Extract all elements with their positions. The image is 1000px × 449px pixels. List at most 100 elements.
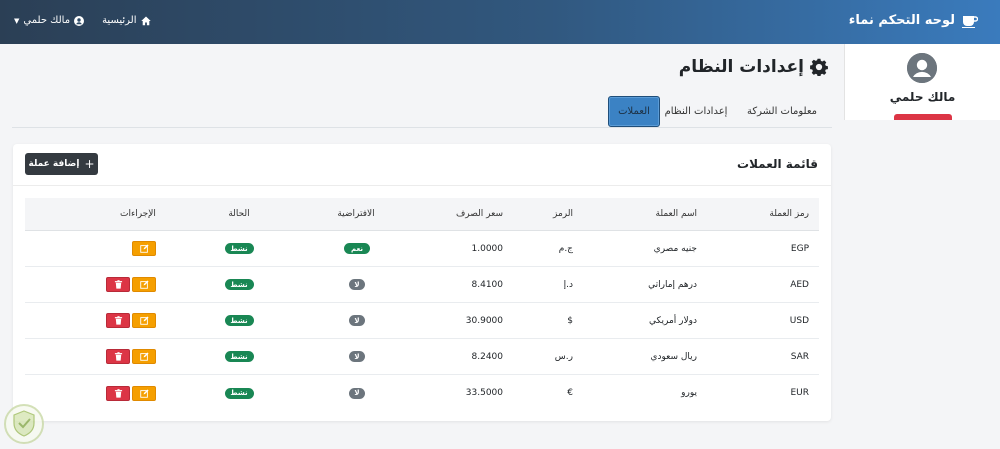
avatar (907, 53, 937, 83)
cell-status: نشط (224, 303, 254, 338)
tab-company-info[interactable]: معلومات الشركة (740, 96, 824, 127)
delete-button[interactable] (106, 277, 130, 292)
tab-currencies[interactable]: العملات (608, 96, 660, 127)
brand-label: لوحه التحكم نماء (848, 13, 955, 28)
cell-name: درهم إماراتي (648, 279, 697, 290)
status-badge: نشط (224, 387, 254, 399)
default-badge: لا (349, 315, 365, 326)
sidebar-user-name: مالك حلمي (889, 90, 956, 104)
cell-default: لا (342, 339, 372, 374)
col-default: الافتراضية (337, 209, 375, 219)
cell-actions (106, 303, 156, 338)
table-body: EGP جنيه مصري ج.م 1.0000 نعم نشط AED درهم إمارا… (25, 231, 819, 411)
table-row: USD دولار أمريكي $30.9000 لا نشط (25, 303, 819, 339)
actions-spacer (106, 241, 130, 256)
cell-default: نعم (342, 231, 372, 266)
col-status: الحالة (228, 209, 250, 219)
cell-name: ريال سعودي (650, 351, 697, 362)
cell-rate: 8.4100 (471, 279, 504, 290)
edit-button[interactable] (132, 277, 156, 292)
col-code: رمز العملة (769, 209, 809, 219)
edit-icon (139, 352, 149, 361)
edit-icon (139, 388, 149, 398)
home-icon (140, 16, 151, 25)
cell-rate: 33.5000 (465, 388, 503, 398)
home-link[interactable]: الرئيسية (102, 15, 151, 26)
sidebar-profile: مالك حلمي (844, 44, 1000, 120)
edit-icon (139, 280, 149, 289)
caret-down-icon: ▼ (14, 16, 20, 25)
col-symbol: الرمز (553, 209, 573, 219)
cell-actions (106, 375, 156, 411)
cell-default: لا (342, 267, 372, 302)
currencies-card: قائمة العملات + إضافة عملة رمز العملة اس… (13, 144, 831, 421)
coffee-icon (962, 15, 978, 28)
edit-icon (139, 316, 149, 325)
cell-rate: 8.2400 (471, 351, 504, 362)
cell-symbol: ج.م (558, 243, 573, 254)
cell-code: AED (790, 279, 809, 290)
edit-button[interactable] (132, 385, 156, 401)
edit-icon (139, 244, 149, 253)
cell-code: EUR (790, 388, 809, 398)
add-currency-button[interactable]: + إضافة عملة (25, 153, 98, 175)
status-badge: نشط (224, 243, 254, 254)
shield-logo-icon (13, 410, 35, 437)
cell-actions (106, 231, 156, 266)
edit-button[interactable] (132, 241, 156, 256)
top-navbar: لوحه التحكم نماء ▼ مالك حلمي الرئيسية (0, 0, 1000, 44)
watermark-logo (4, 404, 44, 444)
user-menu-label: مالك حلمي (23, 15, 71, 26)
cell-actions (106, 339, 156, 374)
cell-code: EGP (790, 243, 809, 254)
cell-default: لا (342, 375, 372, 411)
plus-icon: + (84, 157, 95, 171)
default-badge: لا (349, 387, 365, 399)
trash-icon (114, 352, 122, 361)
default-badge: لا (349, 351, 365, 362)
col-name: اسم العملة (655, 209, 697, 219)
table-row: AED درهم إماراتي د.إ 8.4100 لا نشط (25, 267, 819, 303)
cell-rate: 30.9000 (465, 315, 503, 326)
tab-system-settings[interactable]: إعدادات النظام (658, 96, 734, 127)
user-menu-dropdown[interactable]: ▼ مالك حلمي (14, 15, 85, 26)
cell-code: SAR (790, 351, 809, 362)
edit-button[interactable] (132, 313, 156, 328)
edit-button[interactable] (132, 349, 156, 364)
settings-tabs: معلومات الشركة إعدادات النظام العملات (12, 96, 832, 128)
role-badge (894, 114, 952, 120)
cell-rate: 1.0000 (471, 243, 504, 254)
cell-name: دولار أمريكي (649, 315, 697, 326)
cell-name: يورو (681, 388, 697, 398)
default-badge: لا (349, 279, 365, 290)
user-circle-icon (74, 15, 85, 26)
currencies-table: رمز العملة اسم العملة الرمز سعر الصرف ال… (25, 198, 819, 411)
add-currency-label: إضافة عملة (28, 159, 80, 169)
trash-icon (114, 316, 122, 325)
cell-symbol: ر.س (554, 351, 573, 362)
page-title: إعدادات النظام (679, 57, 828, 77)
default-badge: نعم (344, 243, 370, 254)
delete-button[interactable] (106, 385, 130, 401)
card-header: قائمة العملات + إضافة عملة (13, 144, 831, 186)
cell-symbol: $ (567, 315, 573, 326)
gear-icon (810, 58, 828, 76)
cell-status: نشط (224, 375, 254, 411)
cell-name: جنيه مصري (653, 243, 697, 254)
cell-symbol: € (567, 388, 573, 398)
delete-button[interactable] (106, 313, 130, 328)
trash-icon (114, 280, 122, 289)
trash-icon (114, 388, 122, 398)
cell-status: نشط (224, 339, 254, 374)
table-row: SAR ريال سعودي ر.س 8.2400 لا نشط (25, 339, 819, 375)
status-badge: نشط (224, 279, 254, 290)
delete-button[interactable] (106, 349, 130, 364)
table-row: EUR يورو €33.5000 لا نشط (25, 375, 819, 411)
brand[interactable]: لوحه التحكم نماء (849, 13, 978, 28)
cell-status: نشط (224, 231, 254, 266)
home-link-label: الرئيسية (102, 15, 137, 26)
table-row: EGP جنيه مصري ج.م 1.0000 نعم نشط (25, 231, 819, 267)
table-header: رمز العملة اسم العملة الرمز سعر الصرف ال… (25, 198, 819, 231)
page-title-text: إعدادات النظام (678, 57, 804, 77)
cell-status: نشط (224, 267, 254, 302)
